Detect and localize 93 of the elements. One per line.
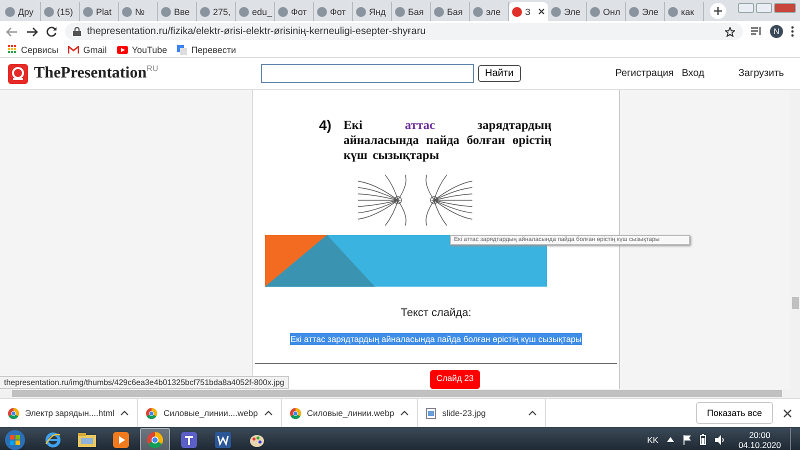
close-icon[interactable] — [538, 8, 545, 15]
plus-icon — [714, 7, 722, 15]
favicon-icon — [395, 6, 405, 16]
favicon-icon — [434, 6, 444, 16]
favicon-icon — [356, 6, 366, 16]
chrome-icon — [147, 432, 163, 448]
menu-icon[interactable] — [791, 26, 794, 37]
word-icon — [215, 432, 231, 448]
chevron-up-icon[interactable] — [120, 410, 130, 416]
start-button[interactable] — [4, 428, 26, 450]
media-player-icon — [113, 432, 129, 448]
slide-heading: Екі аттас зарядтардың айналасында пайда болған өрістің күш сызықтары — [343, 118, 552, 163]
favicon-icon — [278, 6, 288, 16]
translate-icon — [177, 44, 188, 54]
chevron-up-icon[interactable] — [264, 410, 273, 416]
favicon-icon — [629, 6, 639, 16]
favicon-icon — [161, 6, 171, 16]
browser-tab[interactable]: 275, — [197, 2, 236, 21]
favicon-icon — [200, 6, 210, 16]
browser-tab[interactable]: Бая — [431, 2, 470, 21]
close-icon[interactable] — [783, 408, 792, 418]
media-queue-icon[interactable] — [751, 27, 762, 36]
scrollbar-thumb[interactable] — [792, 297, 798, 309]
browser-tab[interactable]: Вве — [158, 2, 197, 21]
chevron-up-icon[interactable] — [528, 410, 538, 416]
browser-tab[interactable]: Фот — [275, 2, 314, 21]
browser-tab[interactable]: № — [119, 2, 158, 21]
address-bar[interactable]: thepresentation.ru/fizika/elektr-ørisi-elektr-ørisiniң-kerneuligi-esepter-shyғaru — [65, 23, 743, 40]
forward-icon[interactable] — [26, 26, 38, 36]
chrome-icon — [146, 408, 158, 418]
star-icon[interactable] — [725, 26, 735, 36]
search-field[interactable] — [261, 64, 474, 83]
favicon-icon — [551, 6, 561, 16]
browser-tab[interactable]: Онл — [587, 2, 626, 21]
image-file-icon — [426, 408, 436, 418]
favicon-icon — [668, 6, 678, 16]
flag-icon[interactable] — [683, 434, 692, 444]
favicon-icon — [512, 6, 522, 16]
favicon-icon — [44, 6, 54, 16]
header-link[interactable]: Регистрация — [615, 68, 674, 79]
teams-icon — [181, 432, 197, 448]
search-button[interactable]: Найти — [478, 65, 521, 82]
browser-tab[interactable]: (15) — [41, 2, 80, 21]
favicon-icon — [5, 6, 15, 16]
browser-tab[interactable]: Эле — [548, 2, 587, 21]
slide-text: Екі аттас зарядтардың айналасында пайда болған өрістің күш сызықтары — [290, 333, 582, 345]
favicon-icon — [590, 6, 600, 16]
folder-icon — [78, 432, 96, 446]
site-logo[interactable]: ThePresentation$^{RU}$ — [34, 64, 158, 83]
new-tab-button[interactable] — [710, 3, 726, 19]
favicon-icon — [317, 6, 327, 16]
upload-link[interactable]: Загрузить — [738, 68, 784, 79]
browser-tab[interactable]: как — [665, 2, 704, 21]
slide-text-title: Текст слайда: — [400, 307, 472, 319]
mail-icon — [68, 46, 80, 54]
browser-tab[interactable]: Фот — [314, 2, 353, 21]
favicon-icon — [122, 6, 132, 16]
chevron-up-icon[interactable] — [400, 410, 410, 416]
browser-tab[interactable]: Янд — [353, 2, 392, 21]
clock[interactable]: 20:00 04.10.2020 — [738, 430, 781, 450]
profile-avatar[interactable]: N — [770, 25, 783, 38]
browser-tab[interactable]: Эле — [626, 2, 665, 21]
show-all-button[interactable]: Показать все — [696, 402, 773, 424]
bookmark-link[interactable]: Сервисы — [21, 44, 58, 54]
play-icon — [116, 46, 128, 54]
language-indicator[interactable]: KK — [647, 434, 658, 444]
browser-tab[interactable]: Бая — [392, 2, 431, 21]
browser-e-icon — [45, 432, 61, 448]
chrome-icon — [8, 408, 19, 418]
slide-number: 4) — [319, 118, 332, 135]
favicon-icon — [239, 6, 249, 16]
volume-icon[interactable] — [715, 434, 726, 444]
chrome-icon — [290, 408, 301, 418]
browser-tab[interactable]: З — [509, 2, 548, 21]
bookmark-link[interactable]: YouTube — [132, 44, 168, 54]
battery-icon[interactable] — [700, 434, 706, 445]
slide-button[interactable]: Слайд 23 — [430, 370, 480, 389]
browser-tab[interactable]: Дру — [2, 2, 41, 21]
chevron-up-icon[interactable] — [667, 437, 674, 442]
back-icon[interactable] — [6, 26, 18, 36]
scrollbar-thumb[interactable] — [12, 390, 782, 397]
browser-tab[interactable]: Plat — [80, 2, 119, 21]
browser-tab[interactable]: edu_ — [236, 2, 275, 21]
presentation-logo-icon[interactable] — [8, 64, 28, 84]
apps-grid-icon — [8, 45, 17, 54]
lock-icon — [73, 27, 81, 36]
favicon-icon — [473, 6, 483, 16]
favicon-icon — [83, 6, 93, 16]
bookmark-link[interactable]: Gmail — [83, 44, 107, 54]
header-link[interactable]: Вход — [682, 68, 704, 79]
status-bar: thepresentation.ru/img/thumbs/429c6ea3e4b01325bcf751bda8a4052f-800x.jpg — [0, 376, 290, 389]
bookmark-link[interactable]: Перевести — [191, 44, 236, 54]
reload-icon[interactable] — [46, 26, 57, 37]
